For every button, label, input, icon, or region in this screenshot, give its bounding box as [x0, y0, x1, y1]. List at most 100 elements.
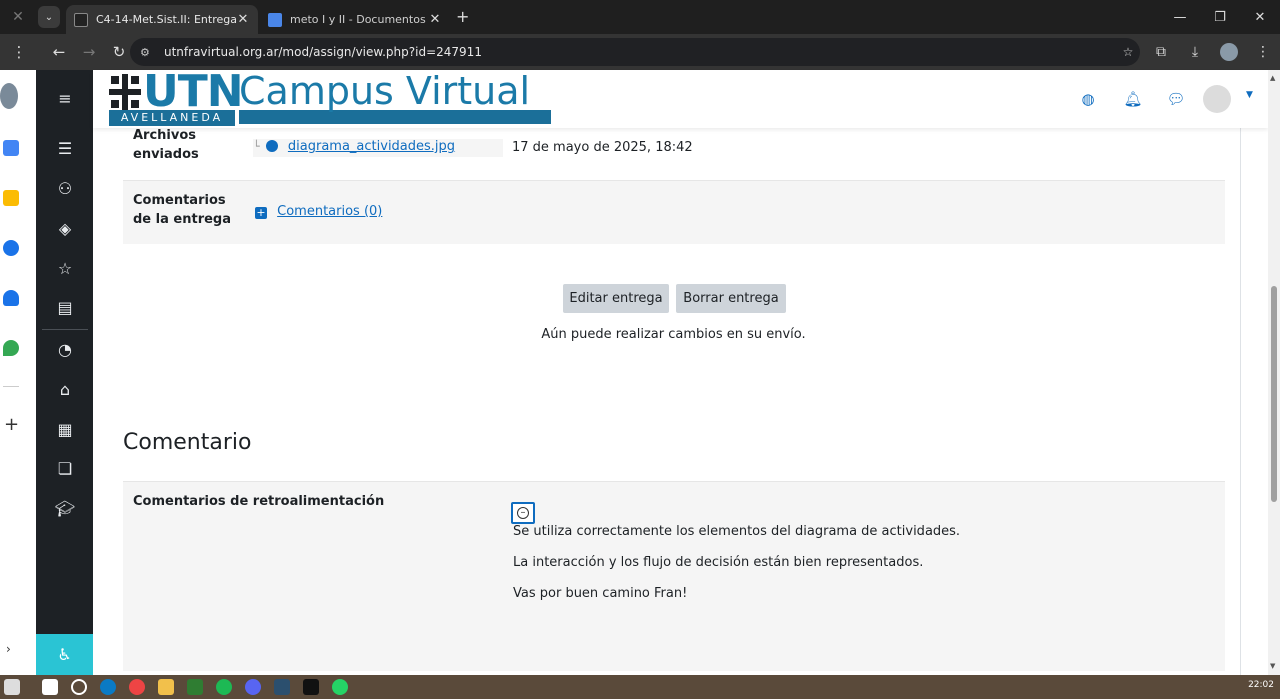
drawer-divider — [42, 329, 88, 330]
bookmark-star-icon[interactable]: ☆ — [1116, 45, 1140, 59]
feedback-section-title: Comentario — [123, 430, 252, 455]
utn-logo[interactable]: UTN AVELLANEDA — [107, 66, 244, 126]
notifications-bell-icon[interactable]: 🔔︎ — [1122, 88, 1144, 110]
close-tab-icon[interactable]: ✕ — [236, 12, 250, 27]
docs-favicon-icon — [268, 12, 282, 27]
forward-icon[interactable]: → — [74, 37, 104, 67]
submission-note: Aún puede realizar cambios en su envío. — [541, 327, 806, 342]
list-icon[interactable]: ☰ — [54, 137, 76, 159]
image-file-icon — [265, 140, 278, 152]
start-icon[interactable] — [42, 679, 58, 695]
chevron-down-icon[interactable]: ▼ — [1246, 90, 1253, 100]
feedback-paragraph: Vas por buen camino Fran! — [513, 586, 688, 601]
chrome-menu-icon[interactable]: ⋮ — [1246, 44, 1280, 60]
scrollbar-thumb[interactable] — [1271, 286, 1277, 502]
dashboard-icon[interactable]: ◔ — [54, 338, 76, 360]
accessibility-icon: ♿︎ — [57, 645, 72, 664]
edit-submission-button[interactable]: Editar entrega — [563, 284, 669, 313]
logo-campus-text[interactable]: Campus Virtual — [239, 69, 530, 113]
utn-favicon-icon — [74, 12, 88, 27]
scroll-up-icon[interactable]: ▲ — [1270, 74, 1275, 82]
participants-icon[interactable]: ⚇ — [54, 177, 76, 199]
close-window-icon[interactable]: ✕ — [0, 9, 36, 25]
menu-dots-icon[interactable]: ⋮ — [4, 37, 34, 67]
file-link[interactable]: diagrama_actividades.jpg — [288, 139, 455, 154]
address-bar[interactable]: ⚙ utnfravirtual.org.ar/mod/assign/view.p… — [130, 38, 1140, 66]
side-panel-divider — [3, 386, 19, 387]
chrome-icon[interactable] — [129, 679, 145, 695]
tab-entrega[interactable]: C4-14-Met.Sist.II: Entrega TP4 - ✕ — [66, 5, 258, 34]
maps-icon[interactable] — [3, 340, 19, 356]
messages-icon[interactable]: 💬︎ — [1165, 88, 1187, 110]
netflix-icon[interactable] — [303, 679, 319, 695]
discord-icon[interactable] — [245, 679, 261, 695]
tasks-icon[interactable] — [3, 240, 19, 256]
file-explorer-icon[interactable] — [158, 679, 174, 695]
download-icon[interactable]: ⤓ — [1178, 44, 1212, 60]
restore-icon[interactable]: ❐ — [1200, 0, 1240, 34]
graduation-cap-icon[interactable]: 🎓︎ — [54, 497, 76, 519]
expand-panel-icon[interactable]: › — [6, 642, 11, 656]
tree-branch-icon: └ — [253, 140, 260, 153]
url-text: utnfravirtual.org.ar/mod/assign/view.php… — [164, 45, 482, 59]
feedback-row: Comentarios de retroalimentación — [123, 481, 1225, 671]
profile-avatar[interactable] — [1220, 43, 1238, 61]
browser-side-panel: + › — [0, 70, 36, 675]
logo-sub-text: AVELLANEDA — [109, 110, 235, 126]
content-border — [1240, 127, 1241, 675]
delete-submission-button[interactable]: Borrar entrega — [676, 284, 786, 313]
star-icon[interactable]: ☆ — [54, 257, 76, 279]
plus-square-icon: + — [255, 206, 267, 219]
files-icon[interactable]: ❏ — [54, 457, 76, 479]
language-globe-icon[interactable]: ◍ — [1077, 88, 1099, 110]
notification-icon[interactable] — [4, 679, 20, 695]
keep-icon[interactable] — [3, 190, 19, 206]
site-settings-icon[interactable]: ⚙ — [140, 46, 156, 59]
back-icon[interactable]: ← — [44, 37, 74, 67]
submission-comments-row: Comentarios de la entrega + Comentarios … — [123, 180, 1225, 244]
hamburger-menu-icon[interactable]: ≡ — [54, 87, 76, 109]
file-entry: └ diagrama_actividades.jpg — [253, 139, 503, 157]
new-tab-icon[interactable]: + — [456, 7, 469, 26]
close-tab-icon[interactable]: ✕ — [428, 12, 442, 27]
tab-title: C4-14-Met.Sist.II: Entrega TP4 - — [96, 13, 236, 26]
app-icon[interactable] — [274, 679, 290, 695]
home-icon[interactable]: ⌂ — [54, 378, 76, 400]
layers-icon[interactable]: ◈ — [54, 217, 76, 239]
close-icon[interactable]: ✕ — [1240, 0, 1280, 34]
browser-toolbar: ⋮ ← → ↻ ⚙ utnfravirtual.org.ar/mod/assig… — [0, 34, 1280, 70]
whatsapp-icon[interactable] — [332, 679, 348, 695]
add-shortcut-icon[interactable]: + — [4, 414, 19, 435]
extensions-icon[interactable]: ⧉ — [1144, 44, 1178, 60]
book-icon[interactable]: ▤ — [54, 296, 76, 318]
collapse-feedback-button[interactable]: – — [511, 502, 535, 524]
comments-link[interactable]: Comentarios (0) — [277, 204, 382, 219]
files-label: Archivos enviados — [133, 128, 199, 162]
store-icon[interactable] — [187, 679, 203, 695]
site-header: UTN AVELLANEDA Campus Virtual ◍ 🔔︎ 💬︎ ▼ — [93, 66, 1268, 128]
comments-toggle[interactable]: + Comentarios (0) — [255, 204, 382, 219]
user-avatar[interactable] — [1203, 85, 1231, 113]
accessibility-button[interactable]: ♿︎ — [36, 634, 93, 675]
files-row: Archivos enviados └ diagrama_actividades… — [123, 120, 1225, 180]
feedback-paragraph: La interacción y los flujo de decisión e… — [513, 555, 924, 570]
taskbar-clock: 22:02 — [1248, 680, 1274, 690]
spotify-icon[interactable] — [216, 679, 232, 695]
tab-documentos[interactable]: meto I y II - Documentos de Go ✕ — [260, 5, 450, 34]
minimize-icon[interactable]: — — [1160, 0, 1200, 34]
course-drawer: ≡ ☰ ⚇ ◈ ☆ ▤ ◔ ⌂ ▦ ❏ 🎓︎ — [36, 70, 93, 675]
profile-photo-icon[interactable] — [0, 83, 18, 109]
scroll-down-icon[interactable]: ▼ — [1270, 662, 1275, 670]
calendar-icon[interactable] — [3, 140, 19, 156]
file-date: 17 de mayo de 2025, 18:42 — [512, 140, 693, 155]
edge-icon[interactable] — [100, 679, 116, 695]
minus-circle-icon: – — [517, 507, 529, 519]
contacts-icon[interactable] — [3, 290, 19, 306]
windows-taskbar: 22:02 — [0, 675, 1280, 699]
tab-search-button[interactable]: ⌄ — [38, 6, 60, 28]
calendar-icon[interactable]: ▦ — [54, 418, 76, 440]
feedback-paragraph: Se utiliza correctamente los elementos d… — [513, 524, 961, 539]
search-icon[interactable] — [71, 679, 87, 695]
main-page: Archivos enviados └ diagrama_actividades… — [93, 70, 1268, 675]
page-scrollbar[interactable]: ▲ ▼ — [1268, 70, 1280, 675]
